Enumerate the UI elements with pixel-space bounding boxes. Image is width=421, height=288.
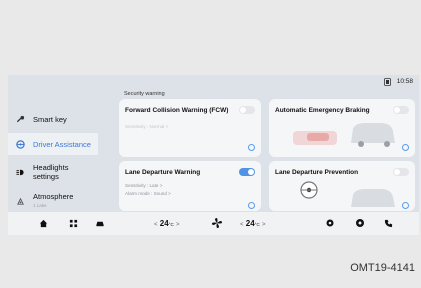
card-fcw[interactable]: Forward Collision Warning (FCW) Sensitiv… (119, 99, 261, 157)
card-title: Lane Departure Prevention (275, 169, 359, 176)
status-bar: 10:58 (8, 75, 419, 89)
headlight-icon (15, 167, 25, 177)
phone-icon[interactable] (383, 218, 393, 228)
media-icon[interactable] (355, 218, 365, 228)
sidebar-item-driver-assistance[interactable]: Driver Assistance (8, 133, 98, 155)
ldw-alarm-mode[interactable]: Alarm mode : Sound > (125, 191, 171, 196)
info-icon[interactable] (248, 144, 255, 151)
steering-wheel-icon (15, 139, 25, 149)
sidebar-item-sublabel: 1 Lake (33, 203, 47, 208)
card-title: Forward Collision Warning (FCW) (125, 107, 229, 114)
sidebar-item-label: Atmosphere (33, 192, 74, 201)
infotainment-screen: 10:58 Smart key Driver Assistance Headli… (8, 75, 419, 235)
car-collision-illustration (293, 123, 395, 147)
page: 10:58 Smart key Driver Assistance Headli… (0, 0, 421, 288)
sidebar-item-smart-key[interactable]: Smart key (8, 109, 98, 129)
fcw-sensitivity[interactable]: Sensitivity : Normal > (125, 124, 168, 129)
fcw-toggle[interactable] (239, 106, 255, 114)
info-icon[interactable] (402, 202, 409, 209)
home-icon[interactable] (38, 218, 48, 228)
left-temp-decrease[interactable]: < (154, 222, 158, 228)
sidebar: Smart key Driver Assistance Headlights s… (8, 97, 98, 217)
car-icon[interactable] (95, 218, 105, 228)
left-temp-increase[interactable]: > (176, 222, 180, 228)
temp-unit: °C (254, 222, 260, 227)
signal-icon (384, 78, 391, 86)
sidebar-item-headlights[interactable]: Headlights settings (8, 160, 98, 184)
aeb-toggle[interactable] (393, 106, 409, 114)
atmosphere-icon (15, 196, 25, 206)
key-icon (15, 114, 25, 124)
card-title: Lane Departure Warning (125, 169, 201, 176)
ldp-toggle[interactable] (393, 168, 409, 176)
card-title: Automatic Emergency Braking (275, 107, 370, 114)
right-temp-increase[interactable]: > (262, 222, 266, 228)
info-icon[interactable] (248, 202, 255, 209)
settings-gear-icon[interactable] (325, 218, 335, 228)
ldw-toggle[interactable] (239, 168, 255, 176)
sidebar-item-label: Driver Assistance (33, 139, 91, 149)
sidebar-item-atmosphere[interactable]: Atmosphere 1 Lake (8, 189, 98, 213)
left-temp-value: 24 (159, 219, 169, 228)
ldw-sensitivity[interactable]: Sensitivity : Late > (125, 183, 162, 188)
sidebar-item-label: Smart key (33, 114, 67, 124)
temp-unit: °C (168, 222, 174, 227)
lane-prevention-illustration (300, 181, 395, 207)
right-temperature[interactable]: < 24°C > (240, 219, 265, 228)
info-icon[interactable] (402, 144, 409, 151)
apps-grid-icon[interactable] (68, 218, 78, 228)
right-temp-decrease[interactable]: < (240, 222, 244, 228)
section-title: Security warning (124, 91, 165, 97)
sidebar-item-label: Headlights settings (33, 163, 69, 181)
card-aeb[interactable]: Automatic Emergency Braking (269, 99, 415, 157)
right-temp-value: 24 (245, 219, 255, 228)
card-ldp[interactable]: Lane Departure Prevention (269, 161, 415, 211)
bottom-bar: < 24°C > < 24°C > (8, 212, 419, 235)
card-ldw[interactable]: Lane Departure Warning Sensitivity : Lat… (119, 161, 261, 211)
fan-icon[interactable] (211, 217, 223, 229)
figure-code: OMT19-4141 (350, 262, 415, 274)
clock: 10:58 (396, 78, 413, 85)
left-temperature[interactable]: < 24°C > (154, 219, 179, 228)
